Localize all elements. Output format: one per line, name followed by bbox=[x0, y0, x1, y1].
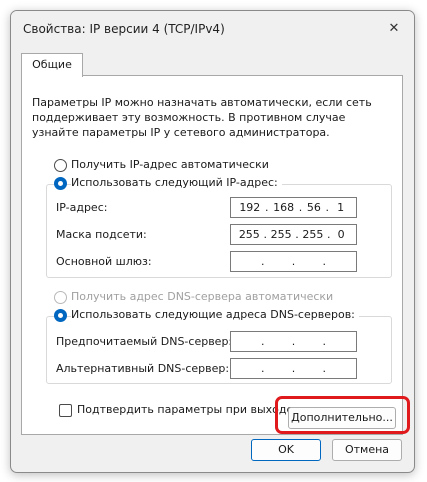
description-text: Параметры IP можно назначать автоматичес… bbox=[32, 96, 372, 139]
window-title: Свойства: IP версии 4 (TCP/IPv4) bbox=[23, 22, 225, 36]
subnet-mask-label: Маска подсети: bbox=[56, 228, 147, 241]
general-tab-panel: Параметры IP можно назначать автоматичес… bbox=[21, 75, 403, 435]
radio-dns-auto[interactable] bbox=[54, 291, 67, 304]
title-bar: Свойства: IP версии 4 (TCP/IPv4) ✕ bbox=[11, 11, 414, 49]
ok-button[interactable]: OK bbox=[251, 439, 321, 461]
radio-ip-auto[interactable] bbox=[54, 159, 67, 172]
default-gateway-input[interactable]: ... bbox=[230, 251, 357, 272]
validate-settings-checkbox[interactable] bbox=[59, 404, 72, 417]
radio-ip-manual-label: Использовать следующий IP-адрес: bbox=[71, 176, 282, 189]
preferred-dns-input[interactable]: ... bbox=[230, 331, 357, 352]
radio-ip-manual[interactable] bbox=[54, 177, 67, 190]
preferred-dns-label: Предпочитаемый DNS-сервер: bbox=[56, 335, 233, 348]
subnet-mask-input[interactable]: 255. 255. 255. 0 bbox=[230, 224, 357, 245]
ipv4-properties-dialog: Свойства: IP версии 4 (TCP/IPv4) ✕ Общие… bbox=[10, 10, 415, 473]
radio-ip-auto-label: Получить IP-адрес автоматически bbox=[71, 158, 269, 171]
close-icon[interactable]: ✕ bbox=[381, 17, 407, 41]
ip-address-label: IP-адрес: bbox=[56, 201, 108, 214]
radio-dns-auto-label: Получить адрес DNS-сервера автоматически bbox=[71, 290, 334, 303]
cancel-button[interactable]: Отмена bbox=[332, 439, 402, 461]
radio-dns-manual[interactable] bbox=[54, 309, 67, 322]
alternate-dns-input[interactable]: ... bbox=[230, 358, 357, 379]
alternate-dns-label: Альтернативный DNS-сервер: bbox=[56, 362, 230, 375]
radio-dns-manual-label: Использовать следующие адреса DNS-сервер… bbox=[71, 308, 359, 321]
advanced-button-highlight bbox=[275, 396, 410, 434]
ip-address-input[interactable]: 192. 168. 56. 1 bbox=[230, 197, 357, 218]
default-gateway-label: Основной шлюз: bbox=[56, 255, 152, 268]
tab-general[interactable]: Общие bbox=[21, 53, 83, 77]
validate-settings-label: Подтвердить параметры при выходе bbox=[77, 403, 294, 416]
